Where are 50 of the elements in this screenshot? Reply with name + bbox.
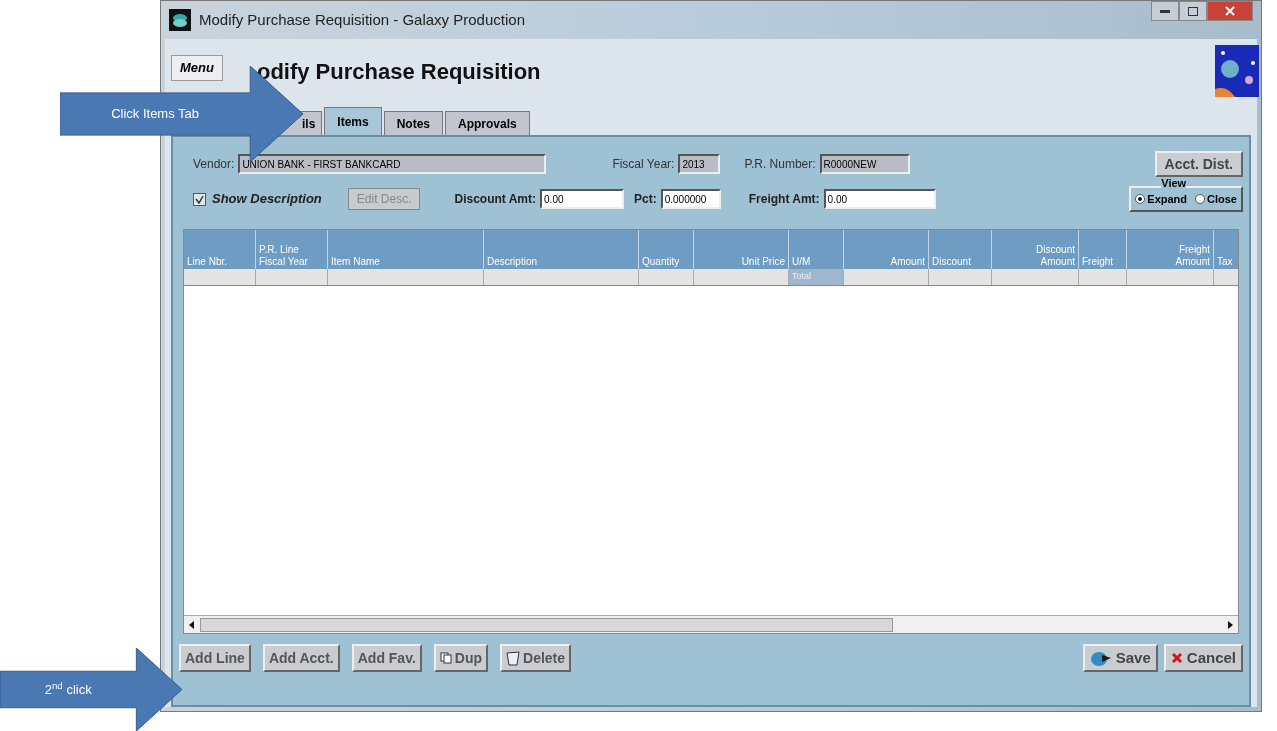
field-label: Freight Amt: — [748, 191, 820, 208]
tab[interactable]: Items — [324, 107, 382, 135]
copy-icon — [439, 652, 452, 664]
freight-amount-field[interactable]: 0.00 — [823, 189, 936, 209]
logo-icon — [1215, 45, 1259, 97]
radio-button[interactable] — [1195, 194, 1206, 204]
cancel-icon — [1170, 652, 1183, 664]
acct-dist-button[interactable]: Acct. Dist. — [1154, 151, 1243, 177]
toolbar-button[interactable]: Dup — [433, 644, 488, 672]
callout-text: Click Items Tab — [111, 105, 200, 124]
minimize-button[interactable] — [1151, 1, 1179, 21]
radio-label: Expand — [1147, 191, 1188, 207]
toolbar-button[interactable]: Delete — [500, 644, 572, 672]
check-icon — [195, 194, 204, 204]
close-button[interactable] — [1207, 1, 1253, 21]
window-title: Modify Purchase Requisition - Galaxy Production — [199, 9, 525, 30]
view-label: View — [1161, 178, 1187, 189]
toolbar-button[interactable]: Add Acct. — [262, 644, 340, 672]
app-icon — [169, 9, 191, 31]
checkbox-label: Show Description — [212, 190, 322, 209]
close-icon — [1225, 6, 1235, 16]
toolbar-button[interactable]: Cancel — [1163, 644, 1243, 672]
page-title: odify Purchase Requisition — [256, 58, 541, 86]
save-icon — [1089, 649, 1112, 667]
field-label: Discount Amt: — [454, 191, 537, 208]
total-label: Total — [792, 270, 811, 284]
horizontal-scrollbar[interactable] — [184, 615, 1238, 633]
field-label: P.R. Number: — [744, 156, 816, 173]
field-label: Vendor: — [193, 156, 235, 173]
checkbox[interactable] — [193, 192, 206, 206]
fiscal-year-field[interactable]: 2013 — [678, 154, 721, 174]
maximize-icon — [1188, 6, 1198, 16]
toolbar-button[interactable]: Add Line — [179, 644, 251, 672]
callout-text: 2$^{nd}$ click — [44, 679, 92, 699]
discount-amount-field[interactable]: 0.00 — [540, 189, 625, 209]
bin-icon — [506, 650, 520, 666]
radio-button[interactable] — [1135, 194, 1146, 204]
maximize-button[interactable] — [1179, 1, 1207, 21]
tab[interactable]: Approvals — [445, 111, 530, 135]
toolbar-button[interactable]: Save — [1082, 644, 1158, 672]
tab[interactable]: Notes — [383, 111, 444, 135]
field-label: Pct: — [634, 191, 657, 208]
field-label: Fiscal Year: — [612, 156, 675, 173]
pr-number-field[interactable]: R0000NEW — [819, 154, 910, 174]
minimize-icon — [1160, 9, 1170, 13]
vendor-field[interactable]: UNION BANK - FIRST BANKCARD — [238, 154, 547, 174]
toolbar-button[interactable]: Add Fav. — [351, 644, 422, 672]
menu-button[interactable]: Menu — [171, 55, 223, 81]
radio-label: Close — [1207, 191, 1237, 207]
pct-field[interactable]: 0.000000 — [660, 189, 721, 209]
